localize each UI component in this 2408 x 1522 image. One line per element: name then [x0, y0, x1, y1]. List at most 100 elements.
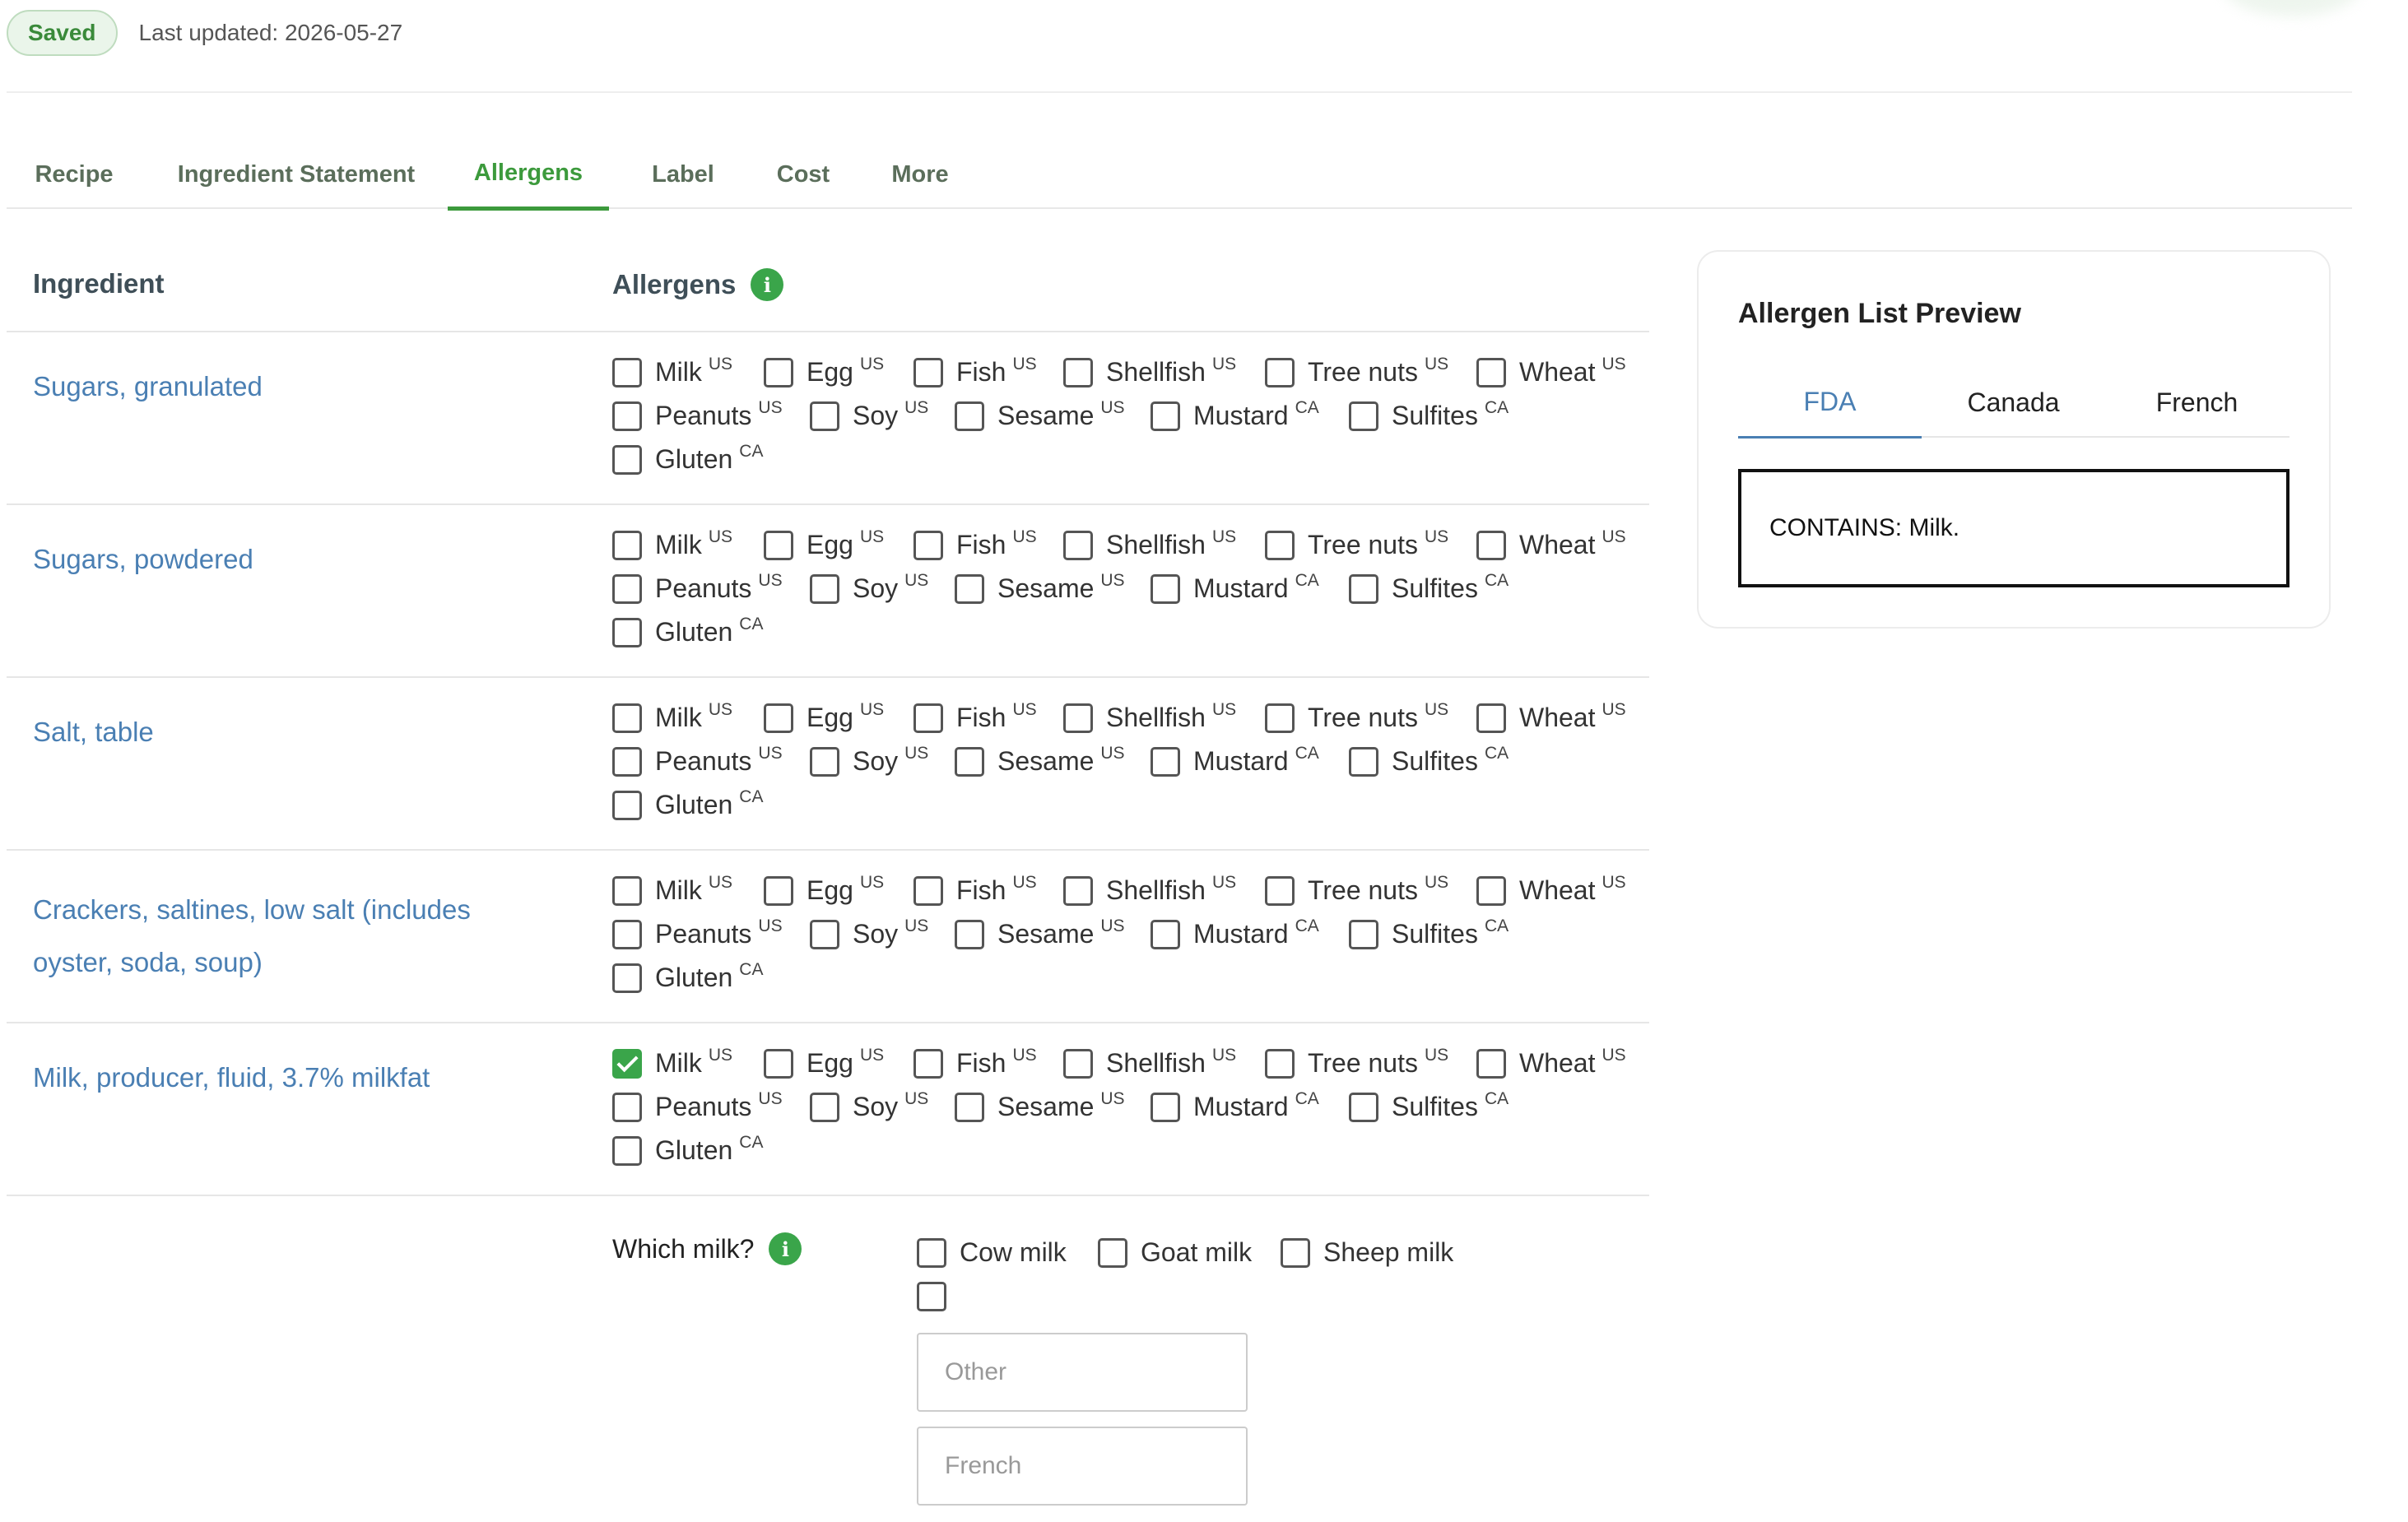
allergen-option-fish[interactable]: Fish US: [913, 1046, 1037, 1079]
checkbox[interactable]: [1476, 875, 1506, 906]
milk-option-goat[interactable]: Goat milk: [1098, 1237, 1252, 1268]
checkbox[interactable]: [955, 401, 984, 431]
allergen-option-soy[interactable]: Soy US: [810, 398, 928, 431]
allergen-option-wheat[interactable]: Wheat US: [1476, 355, 1626, 387]
allergen-option-sulfites[interactable]: Sulfites CA: [1349, 744, 1508, 777]
allergen-option-soy[interactable]: Soy US: [810, 916, 928, 949]
checkbox[interactable]: [764, 875, 793, 906]
checkbox[interactable]: [612, 919, 642, 949]
allergen-option-peanuts[interactable]: Peanuts US: [612, 744, 783, 777]
checkbox[interactable]: [1349, 1092, 1378, 1122]
checkbox[interactable]: [612, 573, 642, 604]
checkbox[interactable]: [1098, 1237, 1127, 1268]
allergen-option-gluten[interactable]: Gluten CA: [612, 1133, 763, 1166]
checkbox[interactable]: [810, 1092, 839, 1122]
allergen-option-mustard[interactable]: Mustard CA: [1151, 1089, 1319, 1122]
checkbox[interactable]: [1063, 703, 1093, 733]
ingredient-name-link[interactable]: Milk, producer, fluid, 3.7% milkfat: [33, 1061, 543, 1094]
allergen-option-egg[interactable]: Egg US: [764, 873, 884, 906]
other-milk-input[interactable]: Other: [917, 1333, 1248, 1412]
checkbox[interactable]: [955, 573, 984, 604]
checkbox[interactable]: [612, 790, 642, 820]
checkbox[interactable]: [1063, 1048, 1093, 1079]
allergen-option-peanuts[interactable]: Peanuts US: [612, 571, 783, 604]
allergen-option-fish[interactable]: Fish US: [913, 700, 1037, 733]
allergen-option-egg[interactable]: Egg US: [764, 527, 884, 560]
checkbox[interactable]: [810, 573, 839, 604]
allergen-option-sesame[interactable]: Sesame US: [955, 916, 1125, 949]
tab-allergens[interactable]: Allergens: [448, 140, 609, 211]
preview-tab-fda[interactable]: FDA: [1738, 367, 1922, 439]
checkbox[interactable]: [1476, 1048, 1506, 1079]
allergen-option-sulfites[interactable]: Sulfites CA: [1349, 916, 1508, 949]
allergen-option-shellfish[interactable]: Shellfish US: [1063, 700, 1236, 733]
checkbox[interactable]: [612, 1092, 642, 1122]
checkbox[interactable]: [913, 875, 943, 906]
info-icon[interactable]: i: [751, 268, 784, 301]
checkbox[interactable]: [1265, 1048, 1295, 1079]
tab-label[interactable]: Label: [625, 140, 741, 209]
checkbox[interactable]: [955, 746, 984, 777]
checkbox[interactable]: [612, 875, 642, 906]
checkbox[interactable]: [1063, 875, 1093, 906]
allergen-option-tree-nuts[interactable]: Tree nuts US: [1265, 873, 1448, 906]
tab-recipe[interactable]: Recipe: [7, 140, 142, 209]
checkbox[interactable]: [1476, 530, 1506, 560]
checkbox[interactable]: [955, 1092, 984, 1122]
checkbox[interactable]: [1151, 919, 1180, 949]
allergen-option-tree-nuts[interactable]: Tree nuts US: [1265, 700, 1448, 733]
allergen-option-egg[interactable]: Egg US: [764, 1046, 884, 1079]
checkbox[interactable]: [612, 746, 642, 777]
checkbox[interactable]: [1281, 1237, 1310, 1268]
allergen-option-gluten[interactable]: Gluten CA: [612, 960, 763, 993]
checkbox[interactable]: [612, 401, 642, 431]
checkbox[interactable]: [612, 617, 642, 647]
checkbox[interactable]: [913, 530, 943, 560]
checkbox[interactable]: [764, 530, 793, 560]
allergen-option-mustard[interactable]: Mustard CA: [1151, 571, 1319, 604]
checkbox[interactable]: [1151, 1092, 1180, 1122]
allergen-option-wheat[interactable]: Wheat US: [1476, 700, 1626, 733]
allergen-option-fish[interactable]: Fish US: [913, 873, 1037, 906]
allergen-option-gluten[interactable]: Gluten CA: [612, 615, 763, 647]
checkbox[interactable]: [1265, 875, 1295, 906]
allergen-option-wheat[interactable]: Wheat US: [1476, 527, 1626, 560]
checkbox[interactable]: [612, 703, 642, 733]
allergen-option-milk[interactable]: Milk US: [612, 700, 732, 733]
allergen-option-mustard[interactable]: Mustard CA: [1151, 744, 1319, 777]
tab-cost[interactable]: Cost: [746, 140, 861, 209]
checkbox[interactable]: [810, 746, 839, 777]
allergen-option-sulfites[interactable]: Sulfites CA: [1349, 571, 1508, 604]
allergen-option-milk[interactable]: Milk US: [612, 355, 732, 387]
checkbox[interactable]: [612, 530, 642, 560]
allergen-option-peanuts[interactable]: Peanuts US: [612, 916, 783, 949]
checkbox[interactable]: [810, 401, 839, 431]
info-icon[interactable]: i: [769, 1232, 802, 1265]
checkbox[interactable]: [1476, 357, 1506, 387]
allergen-option-shellfish[interactable]: Shellfish US: [1063, 1046, 1236, 1079]
checkbox[interactable]: [917, 1282, 946, 1311]
milk-option-other-checkbox[interactable]: [917, 1282, 960, 1311]
allergen-option-milk[interactable]: Milk US: [612, 527, 732, 560]
allergen-option-peanuts[interactable]: Peanuts US: [612, 398, 783, 431]
checkbox[interactable]: [1349, 401, 1378, 431]
allergen-option-tree-nuts[interactable]: Tree nuts US: [1265, 1046, 1448, 1079]
allergen-option-gluten[interactable]: Gluten CA: [612, 787, 763, 820]
ingredient-name-link[interactable]: Crackers, saltines, low salt (includes o…: [33, 884, 543, 989]
checkbox-checked[interactable]: [612, 1048, 642, 1079]
allergen-option-soy[interactable]: Soy US: [810, 1089, 928, 1122]
checkbox[interactable]: [913, 1048, 943, 1079]
allergen-option-fish[interactable]: Fish US: [913, 527, 1037, 560]
allergen-option-fish[interactable]: Fish US: [913, 355, 1037, 387]
checkbox[interactable]: [1476, 703, 1506, 733]
ingredient-name-link[interactable]: Salt, table: [33, 716, 543, 749]
checkbox[interactable]: [917, 1237, 946, 1268]
ingredient-name-link[interactable]: Sugars, granulated: [33, 370, 543, 403]
tab-ingredient-statement[interactable]: Ingredient Statement: [150, 140, 443, 209]
checkbox[interactable]: [1151, 746, 1180, 777]
checkbox[interactable]: [1349, 746, 1378, 777]
allergen-option-egg[interactable]: Egg US: [764, 355, 884, 387]
checkbox[interactable]: [1063, 357, 1093, 387]
checkbox[interactable]: [1265, 530, 1295, 560]
allergen-option-sesame[interactable]: Sesame US: [955, 744, 1125, 777]
